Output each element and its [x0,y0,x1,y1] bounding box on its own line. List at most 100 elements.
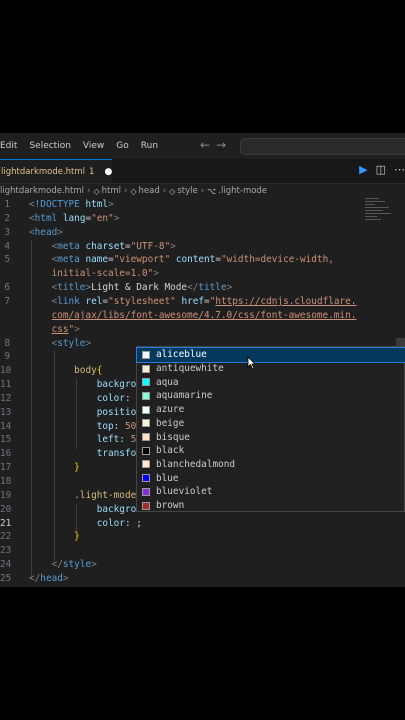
color-swatch-icon [142,405,150,414]
menu-selection[interactable]: Selection [29,141,76,151]
line-number: 1 [4,199,10,210]
suggestion-label: aquamarine [156,390,213,402]
suggestion-item[interactable]: black [137,444,405,458]
breadcrumb-html[interactable]: html [102,186,121,196]
code-line[interactable]: 5 <meta name="viewport" content="width=d… [0,253,405,267]
suggestion-item[interactable]: aquamarine [137,389,405,403]
color-swatch-icon [142,364,150,373]
code-text: backgro [96,379,137,391]
code-line[interactable]: 1 <!DOCTYPE html> [0,198,405,212]
suggestion-item[interactable]: beige [137,417,405,431]
breadcrumb-file[interactable]: lightdarkmode.html [0,186,84,196]
menu-view[interactable]: View [83,141,110,151]
code-text: body{ [74,365,103,377]
minimap[interactable] [365,198,393,238]
line-number: 20 [0,503,12,515]
line-number: 18 [0,476,12,487]
color-swatch-icon [142,487,150,496]
tag-icon: ◇ [130,186,137,196]
selector-icon: ⌥ [207,186,217,196]
code-line[interactable]: 21 color: ; [0,517,405,531]
line-number: 22 [0,531,12,543]
suggestion-item[interactable]: azure [137,403,405,417]
tag-icon: ◇ [169,186,176,196]
code-line[interactable]: com/ajax/libs/font-awesome/4.7.0/css/fon… [0,309,405,323]
code-line[interactable]: 4 <meta charset="UTF-8"> [0,240,405,254]
code-line[interactable]: 6 <title>Light & Dark Mode</title> [0,281,405,295]
chevron-right-icon: › [162,186,167,196]
suggestion-item[interactable]: antiquewhite [137,362,405,376]
suggestion-widget: aliceblue antiquewhite aqua aquamarine azure… [136,346,405,512]
line-number: 7 [4,295,10,307]
code-line[interactable]: 3 <head> [0,226,405,240]
color-swatch-icon [142,501,150,510]
suggestion-label: antiquewhite [156,363,224,375]
code-line[interactable]: initial-scale=1.0"> [0,267,405,281]
breadcrumb-style[interactable]: style [177,186,197,196]
code-text: com/ajax/libs/font-awesome/4.7.0/css/fon… [51,309,357,321]
line-number: 21 [0,517,12,529]
line-number: 14 [0,420,12,432]
color-swatch-icon [142,378,150,387]
code-text: </style> [51,559,97,571]
line-number: 24 [0,559,12,571]
line-number: 19 [0,489,12,501]
code-line[interactable]: 7 <link rel="stylesheet" href="https://c… [0,295,405,309]
suggestion-item[interactable]: aliceblue [136,347,405,363]
suggestion-item[interactable]: brown [137,499,405,513]
line-number: 16 [0,448,12,460]
menu-run[interactable]: Run [141,141,164,151]
suggestion-label: beige [156,417,185,429]
forward-arrow-icon[interactable]: → [216,138,232,152]
command-center-search[interactable] [240,138,405,155]
code-text: top: 50 [96,420,137,432]
line-number: 5 [4,254,10,266]
line-number: 4 [4,240,10,252]
code-line[interactable]: css"> [0,323,405,337]
code-line[interactable]: 24 </style> [0,558,405,572]
back-arrow-icon[interactable]: ← [200,138,216,152]
suggestion-item[interactable]: bisque [137,430,405,444]
suggestion-item[interactable]: blueviolet [137,485,405,499]
tab-problem-count: 1 [89,166,95,177]
code-text: backgro [96,503,137,515]
line-number: 10 [0,365,12,377]
breadcrumb: lightdarkmode.html › ◇ html › ◇ head › ◇… [0,184,405,198]
menu-go[interactable]: Go [116,141,134,151]
tab-bar: lightdarkmode.html 1 ● ▶ ◫ ⋯ [0,159,405,184]
go-live-icon[interactable]: ▶ [359,163,367,176]
code-text: <head> [29,226,63,238]
code-text: .light-mode [74,489,137,501]
suggestion-label: black [156,445,185,457]
suggestion-label: blanchedalmond [156,458,236,470]
code-text: <html lang="en"> [29,212,120,224]
code-line[interactable]: 23 [0,544,405,558]
line-number: 13 [0,406,12,418]
code-text: <meta charset="UTF-8"> [51,240,176,252]
suggestion-item[interactable]: aqua [137,375,405,389]
code-line[interactable]: 25 </head> [0,572,405,586]
chevron-right-icon: › [87,186,91,196]
more-actions-icon[interactable]: ⋯ [394,163,405,176]
line-number: 9 [4,351,10,363]
code-text: color: [96,392,131,404]
code-line[interactable]: 2 <html lang="en"> [0,212,405,226]
color-swatch-icon [142,433,150,442]
suggestion-item[interactable]: blanchedalmond [137,458,405,472]
color-swatch-icon [142,460,150,469]
breadcrumb-head[interactable]: head [139,186,160,196]
color-swatch-icon [142,350,150,359]
line-number: 25 [0,572,12,584]
suggestion-label: blueviolet [156,486,213,498]
code-text: </head> [29,572,69,584]
suggestion-item[interactable]: blue [137,471,405,485]
unsaved-dot-icon[interactable]: ● [104,167,112,177]
menu-edit[interactable]: Edit [0,141,23,151]
split-editor-icon[interactable]: ◫ [376,163,386,176]
tab-lightdarkmode-html[interactable]: lightdarkmode.html 1 ● [0,159,112,183]
code-line[interactable]: 22 } [0,530,405,544]
breadcrumb-selector[interactable]: .light-mode [218,186,267,196]
code-text: initial-scale=1.0"> [51,268,159,280]
line-number: 12 [0,392,12,404]
line-number: 23 [0,545,12,557]
